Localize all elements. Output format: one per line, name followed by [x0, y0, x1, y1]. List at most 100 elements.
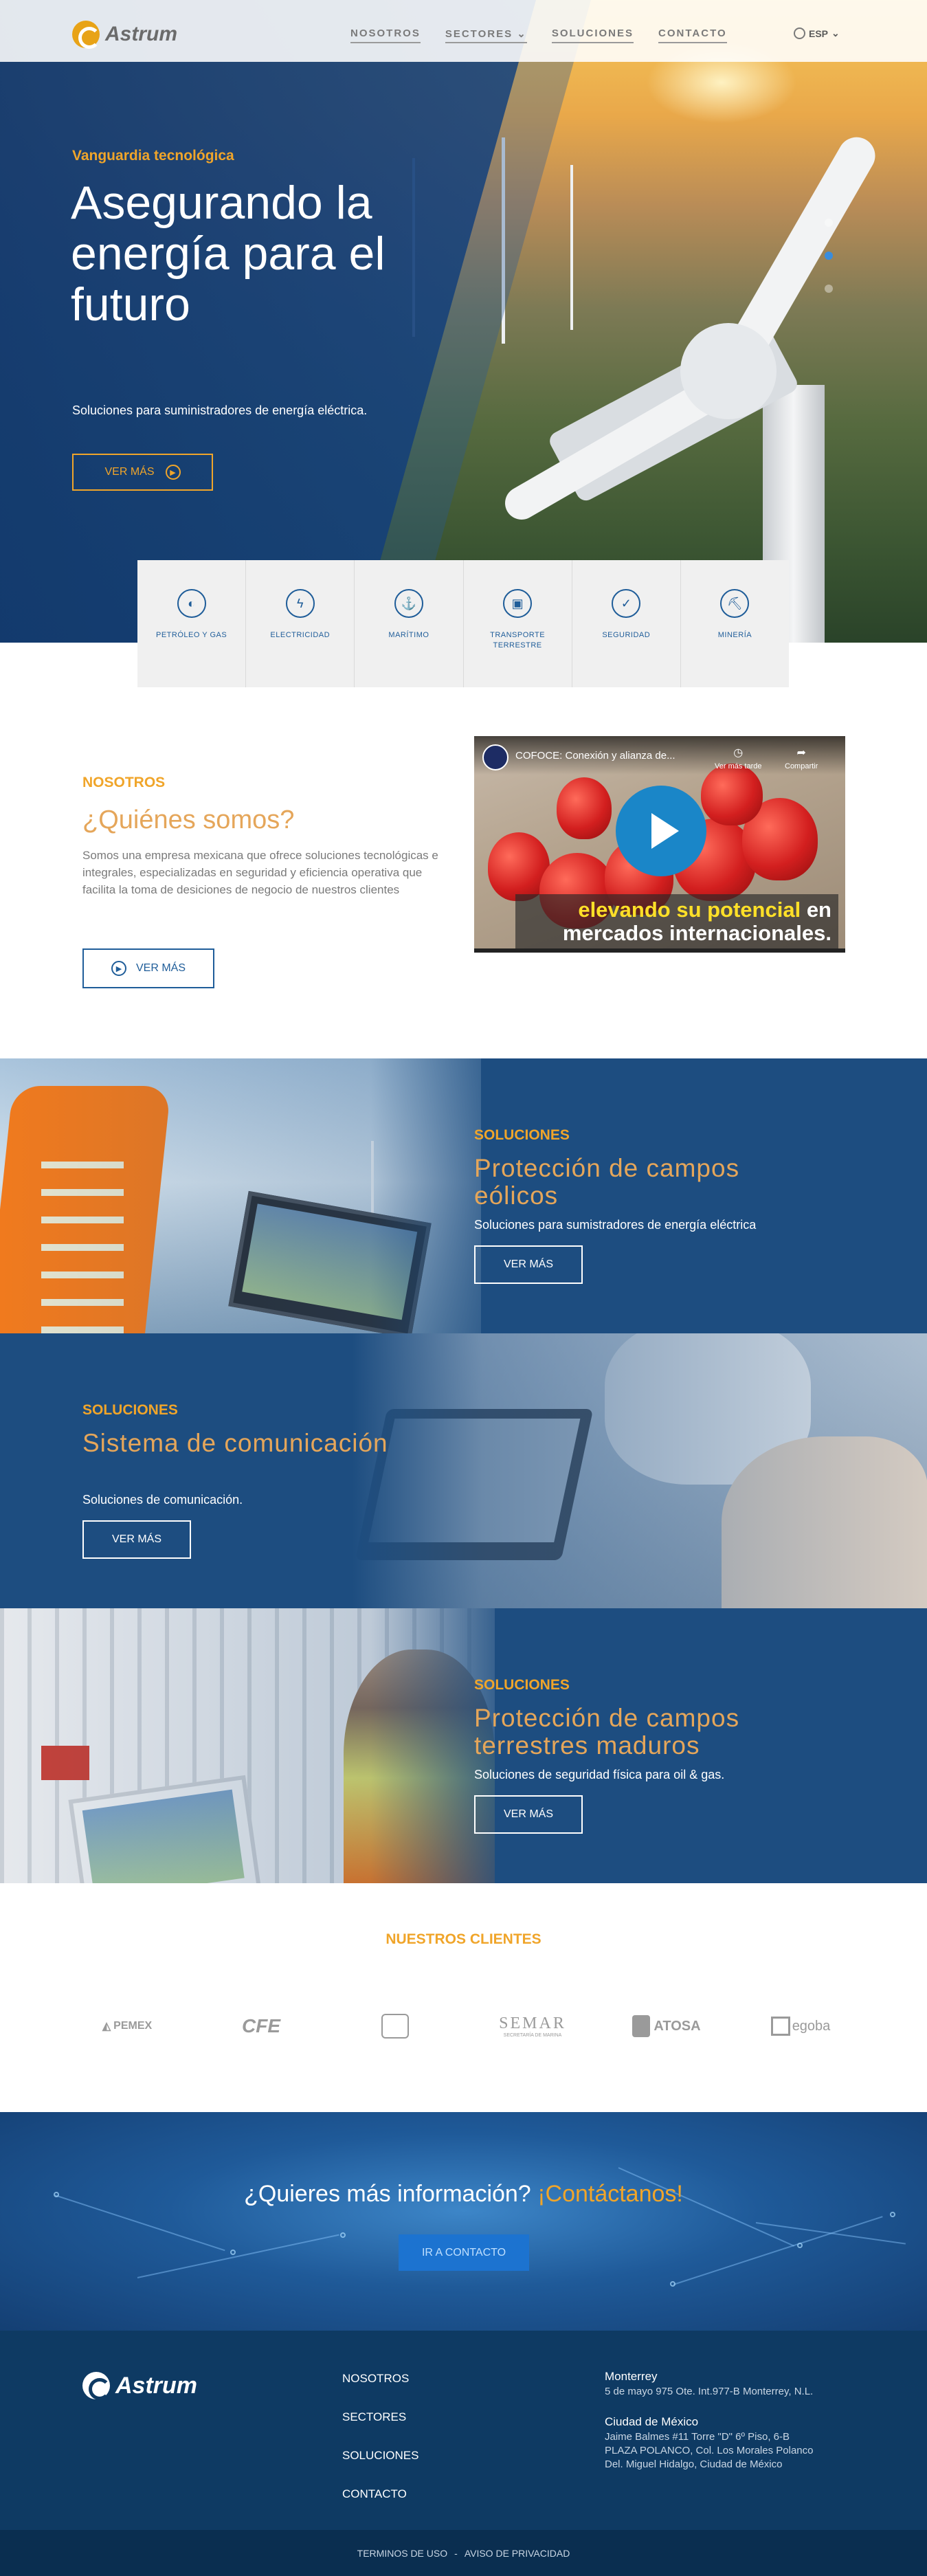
nav-link-sectores[interactable]: SECTORES ⌄ — [445, 27, 527, 43]
footer-link-sectores[interactable]: SECTORES — [342, 2410, 418, 2424]
pemex-eagle-icon: ◭ — [102, 2021, 111, 2032]
sector-maritimo[interactable]: ⚓ MARÍTIMO — [355, 560, 464, 687]
solution-subtitle: Soluciones de comunicación. — [82, 1493, 243, 1507]
language-label: ESP — [809, 27, 829, 39]
hero-title: Asegurando la energía para el futuro — [71, 177, 386, 331]
band-gradient — [0, 1333, 927, 1608]
solution-ver-mas-button[interactable]: VER MÁS — [474, 1245, 583, 1284]
go-to-contact-button[interactable]: IR A CONTACTO — [399, 2234, 529, 2271]
sector-petroleo-y-gas[interactable]: ◐ PETRÓLEO Y GAS — [137, 560, 247, 687]
brand-logo[interactable]: Astrum — [72, 21, 178, 49]
solution-band-comunicacion: SOLUCIONES Sistema de comunicación Soluc… — [0, 1333, 927, 1608]
video-caption: elevando su potencial en mercados intern… — [515, 894, 838, 949]
egoba-mark-icon — [770, 2017, 790, 2036]
nav-link-sectores-label: SECTORES — [445, 28, 513, 40]
solution-title: Protección de campos eólicos — [474, 1154, 740, 1210]
contact-cta-section: ¿Quieres más información? ¡Contáctanos! … — [0, 2112, 927, 2331]
astrum-logo-icon — [72, 21, 100, 49]
main-menu: NOSOTROS SECTORES ⌄ SOLUCIONES CONTACTO — [350, 27, 727, 43]
slider-dot-active[interactable] — [825, 252, 833, 260]
privacy-link[interactable]: AVISO DE PRIVACIDAD — [465, 2548, 570, 2559]
language-selector[interactable]: ESP ⌄ — [794, 27, 840, 39]
footer-brand-name: Astrum — [115, 2372, 198, 2399]
oil-drop-icon: ◐ — [177, 589, 206, 618]
office-address-line: Jaime Balmes #11 Torre "D" 6º Piso, 6-B — [605, 2431, 790, 2443]
cta-accent: ¡Contáctanos! — [537, 2181, 683, 2207]
shield-icon: ✓ — [612, 589, 641, 618]
video-caption-highlight: elevando su potencial — [578, 898, 801, 922]
wind-turbine-tower — [570, 165, 573, 330]
video-caption-line2: mercados internacionales. — [562, 921, 831, 945]
share-icon: ➦ — [796, 747, 806, 759]
sector-mineria[interactable]: ⛏ MINERÍA — [681, 560, 789, 687]
terms-link[interactable]: TERMINOS DE USO — [357, 2548, 447, 2559]
client-logo-pemex: ◭ PEMEX — [86, 2012, 168, 2040]
client-name: SEMAR — [499, 2014, 566, 2032]
nav-link-soluciones[interactable]: SOLUCIONES — [551, 27, 634, 43]
about-eyebrow: NOSOTROS — [82, 775, 166, 790]
brand-name: Astrum — [105, 23, 178, 45]
sector-transporte-terrestre[interactable]: ▣ TRANSPORTE TERRESTRE — [464, 560, 572, 687]
arrow-right-icon: ▶ — [165, 465, 181, 480]
arrow-right-icon: ▶ — [111, 961, 126, 976]
hero-ver-mas-button[interactable]: VER MÁS ▶ — [72, 454, 213, 491]
watch-later-button[interactable]: ◷ Ver más tarde — [715, 746, 761, 770]
cta-title: ¿Quieres más información? ¡Contáctanos! — [0, 2181, 927, 2208]
client-logo-egoba: egoba — [763, 2012, 838, 2040]
video-caption-text: en — [801, 898, 831, 922]
solution-eyebrow: SOLUCIONES — [474, 1677, 570, 1693]
solution-ver-mas-button[interactable]: VER MÁS — [82, 1520, 191, 1559]
top-navbar: Astrum NOSOTROS SECTORES ⌄ SOLUCIONES CO… — [0, 0, 927, 62]
video-title[interactable]: COFOCE: Conexión y alianza de... — [515, 750, 701, 762]
mining-cart-icon: ⛏ — [720, 589, 750, 618]
emblem-icon — [381, 2014, 409, 2039]
channel-avatar[interactable] — [482, 744, 509, 770]
solution-title: Protección de campos terrestres maduros — [474, 1704, 740, 1759]
about-ver-mas-button[interactable]: ▶ VER MÁS — [82, 948, 214, 988]
client-logo-emblem — [378, 2012, 412, 2040]
chevron-down-icon: ⌄ — [831, 27, 840, 38]
share-button[interactable]: ➦ Compartir — [785, 746, 818, 770]
sector-label: PETRÓLEO Y GAS — [155, 631, 227, 639]
hero-section: Vanguardia tecnológica Asegurando la ene… — [0, 0, 927, 643]
sector-seguridad[interactable]: ✓ SEGURIDAD — [572, 560, 681, 687]
video-progress-bar[interactable] — [474, 948, 845, 953]
footer-link-contacto[interactable]: CONTACTO — [342, 2487, 418, 2501]
office-address-line: Del. Miguel Hidalgo, Ciudad de México — [605, 2458, 783, 2470]
client-logo-atosa: ATOSA — [629, 2012, 704, 2040]
clients-title: NUESTROS CLIENTES — [386, 1931, 541, 1947]
solution-subtitle: Soluciones para sumistradores de energía… — [474, 1218, 757, 1232]
atosa-mark-icon — [632, 2015, 651, 2037]
play-button[interactable] — [616, 786, 706, 876]
footer-menu: NOSOTROS SECTORES SOLUCIONES CONTACTO — [342, 2372, 418, 2501]
solution-subtitle: Soluciones de seguridad física para oil … — [474, 1768, 725, 1781]
slider-dot[interactable] — [825, 219, 833, 227]
sector-label: ELECTRICIDAD — [270, 631, 331, 639]
wind-turbine-hub — [680, 323, 777, 419]
footer-link-nosotros[interactable]: NOSOTROS — [342, 2372, 418, 2386]
footer-separator: - — [454, 2547, 458, 2559]
about-title: ¿Quiénes somos? — [82, 806, 295, 834]
office-city: Ciudad de México — [605, 2415, 699, 2428]
solution-band-eolicos: SOLUCIONES Protección de campos eólicos … — [0, 1058, 927, 1333]
slider-dots — [825, 219, 833, 293]
footer-link-soluciones[interactable]: SOLUCIONES — [342, 2449, 418, 2463]
nav-link-nosotros[interactable]: NOSOTROS — [350, 27, 421, 43]
nav-link-contacto[interactable]: CONTACTO — [658, 27, 727, 43]
sector-label: SEGURIDAD — [602, 631, 651, 639]
client-name: egoba — [792, 2018, 831, 2034]
share-label: Compartir — [785, 762, 818, 770]
cta-question: ¿Quieres más información? — [244, 2181, 531, 2207]
sector-electricidad[interactable]: ϟ ELECTRICIDAD — [246, 560, 355, 687]
slider-dot[interactable] — [825, 285, 833, 293]
solution-ver-mas-button[interactable]: VER MÁS — [474, 1795, 583, 1834]
office-address-line: PLAZA POLANCO, Col. Los Morales Polanco — [605, 2445, 814, 2456]
client-logo-cfe: CFE — [242, 2015, 280, 2036]
solution-eyebrow: SOLUCIONES — [82, 1402, 178, 1418]
video-player[interactable]: COFOCE: Conexión y alianza de... ◷ Ver m… — [474, 736, 845, 953]
semar-tagline: SECRETARÍA DE MARINA — [503, 2033, 562, 2038]
watch-later-label: Ver más tarde — [715, 762, 762, 770]
astrum-logo-icon — [82, 2372, 111, 2400]
solution-title: Sistema de comunicación — [82, 1429, 388, 1457]
footer-logo[interactable]: Astrum — [82, 2372, 198, 2400]
